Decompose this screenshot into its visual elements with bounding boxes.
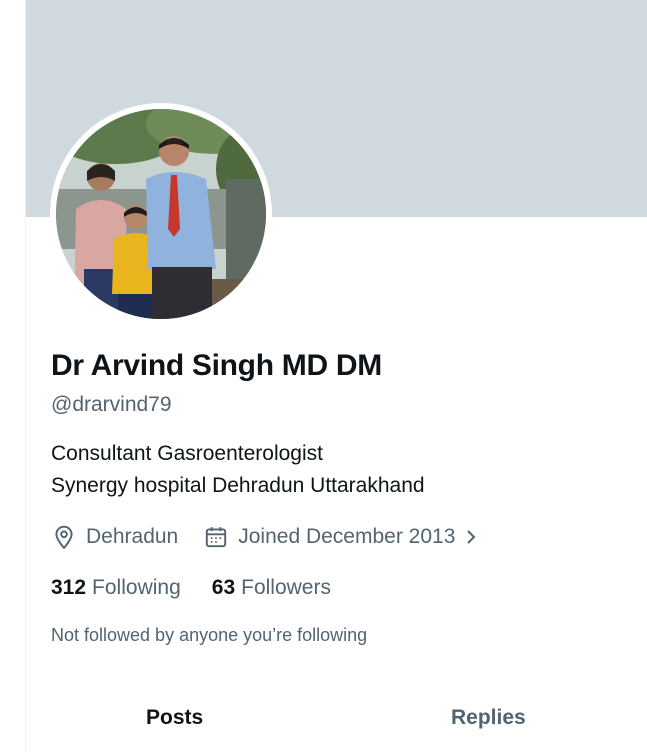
bio-line: Consultant Gasroenterologist xyxy=(51,442,323,465)
location: Dehradun xyxy=(51,524,178,550)
tab-replies[interactable]: Replies xyxy=(451,706,526,730)
avatar-photo xyxy=(56,109,266,319)
display-name: Dr Arvind Singh MD DM xyxy=(51,349,382,382)
calendar-icon xyxy=(203,524,229,550)
social-context: Not followed by anyone you’re following xyxy=(51,625,368,645)
following-count: 312 xyxy=(51,576,87,599)
bio-line: Synergy hospital Dehradun Uttarakhand xyxy=(51,474,425,497)
profile-meta: Dehradun Joined December 2013 xyxy=(51,521,481,553)
location-pin-icon xyxy=(51,524,77,550)
username-handle: @drarvind79 xyxy=(51,393,172,416)
join-date-label: Joined December 2013 xyxy=(238,525,456,548)
following-label: Following xyxy=(92,576,181,599)
join-date[interactable]: Joined December 2013 xyxy=(203,524,481,550)
chevron-right-icon[interactable] xyxy=(461,524,481,550)
avatar[interactable] xyxy=(56,109,266,319)
following-link[interactable]: 312 Following xyxy=(51,576,181,600)
location-label: Dehradun xyxy=(86,525,179,548)
followers-label: Followers xyxy=(241,576,331,599)
follow-stats: 312 Following 63 Followers xyxy=(51,576,362,600)
followers-count: 63 xyxy=(211,576,236,599)
followers-link[interactable]: 63 Followers xyxy=(212,576,331,600)
tab-posts[interactable]: Posts xyxy=(146,706,203,730)
